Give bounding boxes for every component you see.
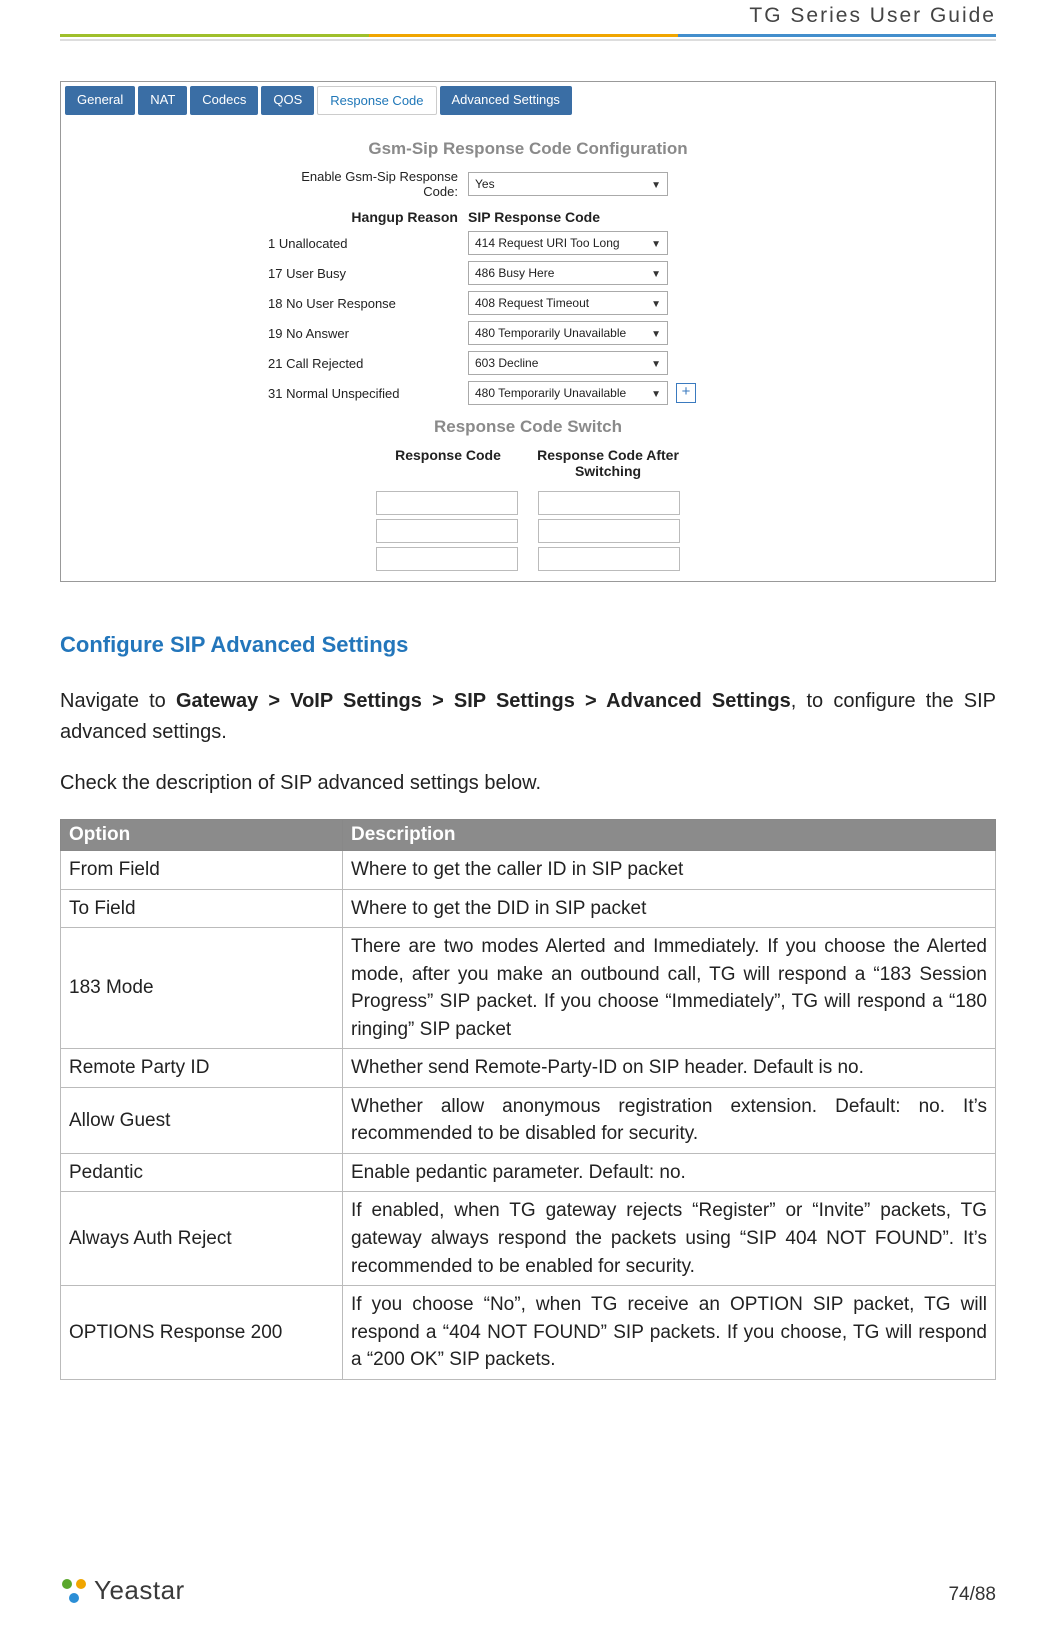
response-code-row: 17 User Busy486 Busy Here — [268, 261, 788, 285]
th-description: Description — [343, 820, 996, 851]
header-sip-response-code: SIP Response Code — [468, 209, 788, 225]
switch-input-left[interactable] — [376, 491, 518, 515]
response-code-row: 31 Normal Unspecified480 Temporarily Una… — [268, 381, 788, 405]
switch-input-left[interactable] — [376, 547, 518, 571]
tab-general[interactable]: General — [65, 86, 135, 115]
hangup-reason: 17 User Busy — [268, 266, 468, 281]
config-block: Enable Gsm-Sip Response Code: Yes Hangup… — [268, 169, 788, 405]
description-cell: There are two modes Alerted and Immediat… — [343, 928, 996, 1049]
section-title-switch: Response Code Switch — [65, 417, 991, 437]
th-option: Option — [61, 820, 343, 851]
brand-logo: Yeastar — [60, 1575, 185, 1606]
description-cell: If you choose “No”, when TG receive an O… — [343, 1286, 996, 1380]
sip-code-select[interactable]: 480 Temporarily Unavailable — [468, 381, 668, 405]
check-line: Check the description of SIP advanced se… — [60, 768, 996, 799]
response-code-row: 18 No User Response408 Request Timeout — [268, 291, 788, 315]
section-title-gsm-sip: Gsm-Sip Response Code Configuration — [65, 139, 991, 159]
add-row-button[interactable]: + — [676, 383, 696, 403]
header-hangup-reason: Hangup Reason — [268, 209, 468, 225]
option-cell: Remote Party ID — [61, 1049, 343, 1088]
option-cell: OPTIONS Response 200 — [61, 1286, 343, 1380]
table-row: 183 ModeThere are two modes Alerted and … — [61, 928, 996, 1049]
tab-advanced-settings[interactable]: Advanced Settings — [440, 86, 572, 115]
switch-header-right: Response Code After Switching — [528, 447, 688, 479]
switch-row — [376, 547, 680, 571]
description-cell: If enabled, when TG gateway rejects “Reg… — [343, 1192, 996, 1286]
tab-qos[interactable]: QOS — [261, 86, 314, 115]
option-cell: Allow Guest — [61, 1087, 343, 1153]
switch-row — [376, 519, 680, 543]
table-row: Allow GuestWhether allow anonymous regis… — [61, 1087, 996, 1153]
options-table: Option Description From FieldWhere to ge… — [60, 819, 996, 1380]
switch-input-left[interactable] — [376, 519, 518, 543]
nav-path: Gateway > VoIP Settings > SIP Settings >… — [176, 690, 791, 712]
table-row: PedanticEnable pedantic parameter. Defau… — [61, 1153, 996, 1192]
header-rule — [60, 34, 996, 37]
logo-mark-icon — [60, 1577, 88, 1605]
description-cell: Whether allow anonymous registration ext… — [343, 1087, 996, 1153]
page-number: 74/88 — [948, 1584, 996, 1606]
description-cell: Where to get the DID in SIP packet — [343, 889, 996, 928]
table-row: To FieldWhere to get the DID in SIP pack… — [61, 889, 996, 928]
column-headers: Hangup Reason SIP Response Code — [268, 209, 788, 225]
response-code-row: 19 No Answer480 Temporarily Unavailable — [268, 321, 788, 345]
description-cell: Whether send Remote-Party-ID on SIP head… — [343, 1049, 996, 1088]
table-row: OPTIONS Response 200If you choose “No”, … — [61, 1286, 996, 1380]
option-cell: Pedantic — [61, 1153, 343, 1192]
response-code-row: 21 Call Rejected603 Decline — [268, 351, 788, 375]
hangup-reason: 21 Call Rejected — [268, 356, 468, 371]
page-footer: Yeastar 74/88 — [60, 1575, 996, 1606]
option-cell: 183 Mode — [61, 928, 343, 1049]
option-cell: To Field — [61, 889, 343, 928]
enable-label: Enable Gsm-Sip Response Code: — [268, 169, 468, 199]
description-cell: Where to get the caller ID in SIP packet — [343, 851, 996, 890]
switch-input-right[interactable] — [538, 491, 680, 515]
response-code-row: 1 Unallocated414 Request URI Too Long — [268, 231, 788, 255]
description-cell: Enable pedantic parameter. Default: no. — [343, 1153, 996, 1192]
switch-input-right[interactable] — [538, 519, 680, 543]
sip-code-select[interactable]: 408 Request Timeout — [468, 291, 668, 315]
switch-headers: Response Code Response Code After Switch… — [368, 447, 688, 479]
table-row: Remote Party IDWhether send Remote-Party… — [61, 1049, 996, 1088]
header-sub-rule — [60, 39, 996, 41]
option-cell: Always Auth Reject — [61, 1192, 343, 1286]
table-row: Always Auth RejectIf enabled, when TG ga… — [61, 1192, 996, 1286]
sip-code-select[interactable]: 414 Request URI Too Long — [468, 231, 668, 255]
nav-instruction: Navigate to Gateway > VoIP Settings > SI… — [60, 686, 996, 748]
brand-name: Yeastar — [94, 1575, 185, 1606]
switch-row — [376, 491, 680, 515]
hangup-reason: 19 No Answer — [268, 326, 468, 341]
sip-code-select[interactable]: 603 Decline — [468, 351, 668, 375]
hangup-reason: 31 Normal Unspecified — [268, 386, 468, 401]
section-heading: Configure SIP Advanced Settings — [60, 632, 996, 658]
switch-input-right[interactable] — [538, 547, 680, 571]
tab-bar: General NAT Codecs QOS Response Code Adv… — [65, 86, 991, 115]
tab-response-code[interactable]: Response Code — [317, 86, 436, 115]
sip-code-select[interactable]: 486 Busy Here — [468, 261, 668, 285]
ui-screenshot-panel: General NAT Codecs QOS Response Code Adv… — [60, 81, 996, 582]
tab-codecs[interactable]: Codecs — [190, 86, 258, 115]
table-row: From FieldWhere to get the caller ID in … — [61, 851, 996, 890]
hangup-reason: 18 No User Response — [268, 296, 468, 311]
sip-code-select[interactable]: 480 Temporarily Unavailable — [468, 321, 668, 345]
doc-header-title: TG Series User Guide — [60, 0, 996, 34]
nav-pre: Navigate to — [60, 690, 176, 712]
hangup-reason: 1 Unallocated — [268, 236, 468, 251]
tab-nat[interactable]: NAT — [138, 86, 187, 115]
switch-table: Response Code Response Code After Switch… — [65, 447, 991, 575]
option-cell: From Field — [61, 851, 343, 890]
switch-header-left: Response Code — [368, 447, 528, 479]
enable-select[interactable]: Yes — [468, 172, 668, 196]
